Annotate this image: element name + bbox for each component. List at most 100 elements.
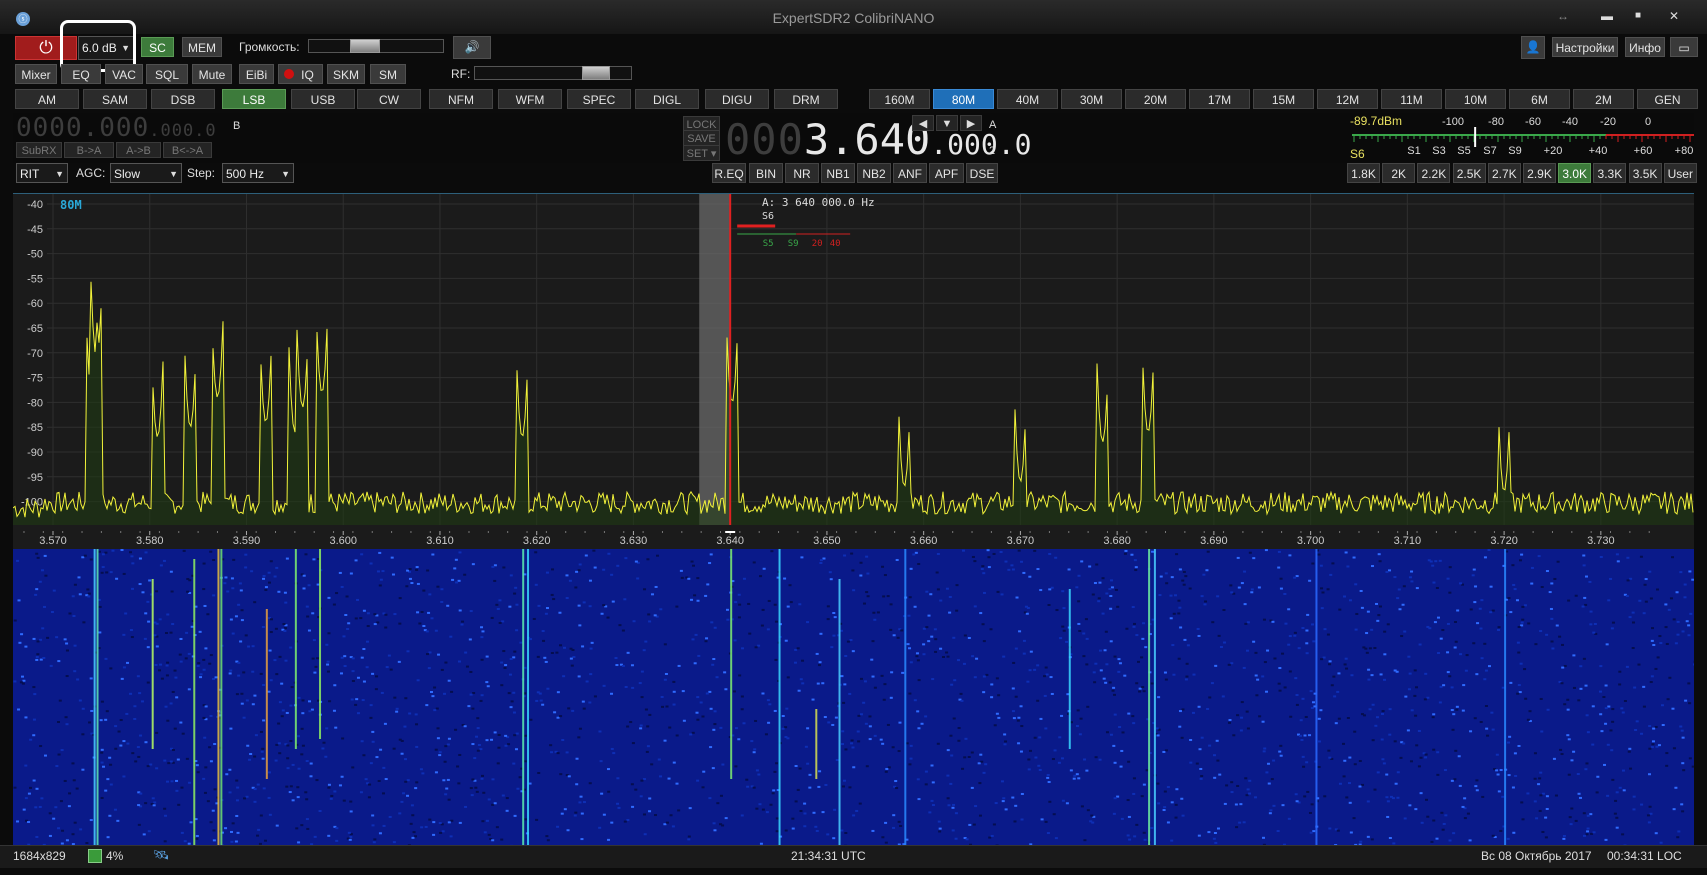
waterfall-speckle <box>1156 782 1160 785</box>
mode-nfm[interactable]: NFM <box>429 89 493 109</box>
row2-button-skm[interactable]: SKM <box>327 64 365 84</box>
waterfall-speckle <box>1554 794 1558 797</box>
satellite-icon[interactable]: 🛰 <box>153 847 170 863</box>
dsp-anf[interactable]: ANF <box>893 163 927 183</box>
mode-digl[interactable]: DIGL <box>635 89 699 109</box>
agc-select[interactable]: Slow ▼ <box>110 163 182 183</box>
waterfall-speckle <box>1127 815 1131 818</box>
filter-2k[interactable]: 2K <box>1382 163 1416 183</box>
volume-slider[interactable] <box>308 39 444 53</box>
maximize-button[interactable]: ■ <box>1627 6 1649 26</box>
waterfall-speckle <box>1378 605 1382 608</box>
dsp-req[interactable]: R.EQ <box>712 163 746 183</box>
rf-slider-knob[interactable] <box>581 66 610 80</box>
set-button[interactable]: SET ▾ <box>683 145 720 161</box>
filter-25k[interactable]: 2.5K <box>1452 163 1486 183</box>
filter-30k[interactable]: 3.0K <box>1558 163 1592 183</box>
step-select[interactable]: 500 Hz ▼ <box>222 163 294 183</box>
step-right-icon[interactable]: ▶ <box>960 115 982 131</box>
vfo-b-frequency[interactable]: 0000.000.000.0 <box>16 113 217 143</box>
dsp-nr[interactable]: NR <box>785 163 819 183</box>
mode-lsb[interactable]: LSB <box>222 89 286 109</box>
mode-usb[interactable]: USB <box>291 89 355 109</box>
band-6m[interactable]: 6M <box>1509 89 1570 109</box>
vfo-a-frequency[interactable]: 0003.640.000.0 <box>725 118 1031 167</box>
waterfall-speckle <box>889 628 893 631</box>
waterfall-speckle <box>206 800 210 803</box>
waterfall[interactable] <box>13 549 1697 847</box>
waterfall-speckle <box>963 634 967 637</box>
dsp-nb1[interactable]: NB1 <box>821 163 855 183</box>
waterfall-speckle <box>1203 603 1207 606</box>
mem-button[interactable]: MEM <box>182 37 222 57</box>
filter-29k[interactable]: 2.9K <box>1523 163 1556 183</box>
fullscreen-button[interactable]: ▭ <box>1670 37 1698 57</box>
dsp-nb2[interactable]: NB2 <box>857 163 891 183</box>
minimize-button[interactable]: ▬ <box>1596 6 1618 26</box>
row2-button-iq[interactable]: IQ <box>278 64 323 84</box>
band-160m[interactable]: 160M <box>869 89 930 109</box>
row2-button-sm[interactable]: SM <box>370 64 406 84</box>
user-button[interactable]: 👤 <box>1521 36 1545 59</box>
step-down-icon[interactable]: ▼ <box>936 115 958 131</box>
row2-button-sql[interactable]: SQL <box>146 64 188 84</box>
info-button[interactable]: Инфо <box>1625 37 1665 57</box>
close-button[interactable]: ✕ <box>1663 6 1685 26</box>
volume-slider-knob[interactable] <box>350 39 381 53</box>
mode-dsb[interactable]: DSB <box>151 89 215 109</box>
waterfall-speckle <box>1222 608 1226 611</box>
vfo-b-ba[interactable]: B<->A <box>163 142 212 158</box>
mode-digu[interactable]: DIGU <box>705 89 769 109</box>
band-2m[interactable]: 2M <box>1573 89 1634 109</box>
vfo-b-ab[interactable]: A->B <box>116 142 161 158</box>
rf-slider[interactable] <box>474 66 632 80</box>
step-left-icon[interactable]: ◀ <box>912 115 934 131</box>
band-15m[interactable]: 15M <box>1253 89 1314 109</box>
mode-wfm[interactable]: WFM <box>498 89 562 109</box>
waterfall-speckle <box>1516 692 1520 695</box>
mode-sam[interactable]: SAM <box>83 89 147 109</box>
row2-button-vac[interactable]: VAC <box>105 64 143 84</box>
filter-18k[interactable]: 1.8K <box>1347 163 1380 183</box>
band-17m[interactable]: 17M <box>1189 89 1250 109</box>
band-10m[interactable]: 10M <box>1445 89 1506 109</box>
row2-button-mixer[interactable]: Mixer <box>15 64 57 84</box>
band-12m[interactable]: 12M <box>1317 89 1378 109</box>
row2-button-eq[interactable]: EQ <box>61 64 101 84</box>
band-40m[interactable]: 40M <box>997 89 1058 109</box>
dsp-bin[interactable]: BIN <box>749 163 783 183</box>
vfo-b-subrx[interactable]: SubRX <box>16 142 62 158</box>
waterfall-speckle <box>821 682 825 685</box>
band-80m[interactable]: 80M <box>933 89 994 109</box>
waterfall-speckle <box>425 630 429 633</box>
waterfall-speckle <box>946 749 950 752</box>
waterfall-speckle <box>430 617 434 620</box>
filter-35k[interactable]: 3.5K <box>1628 163 1662 183</box>
filter-22k[interactable]: 2.2K <box>1417 163 1451 183</box>
settings-button[interactable]: Настройки <box>1552 37 1618 57</box>
band-gen[interactable]: GEN <box>1637 89 1698 109</box>
speaker-button[interactable]: 🔊 <box>453 36 491 59</box>
band-20m[interactable]: 20M <box>1125 89 1186 109</box>
dsp-apf[interactable]: APF <box>929 163 964 183</box>
filter-33k[interactable]: 3.3K <box>1593 163 1627 183</box>
filter-27k[interactable]: 2.7K <box>1487 163 1521 183</box>
mode-spec[interactable]: SPEC <box>567 89 631 109</box>
filter-user[interactable]: User <box>1663 163 1697 183</box>
mode-am[interactable]: AM <box>15 89 79 109</box>
rit-select[interactable]: RIT ▼ <box>16 163 68 183</box>
row2-button-eibi[interactable]: EiBi <box>239 64 274 84</box>
band-30m[interactable]: 30M <box>1061 89 1122 109</box>
row2-button-mute[interactable]: Mute <box>192 64 232 84</box>
waterfall-speckle <box>130 636 134 639</box>
mode-cw[interactable]: CW <box>357 89 421 109</box>
sc-button[interactable]: SC <box>141 37 174 57</box>
vfo-b-ba[interactable]: B->A <box>64 142 114 158</box>
mode-drm[interactable]: DRM <box>774 89 838 109</box>
panorama[interactable]: -40 -45 -50 -55 -60 -65 -70 -75 -80 -85 -90 -95 -100… <box>4 194 1694 550</box>
dsp-dse[interactable]: DSE <box>966 163 998 183</box>
waterfall-speckle <box>711 663 715 666</box>
band-11m[interactable]: 11M <box>1381 89 1442 109</box>
save-button[interactable]: SAVE <box>683 130 720 146</box>
waterfall-speckle <box>196 664 200 667</box>
